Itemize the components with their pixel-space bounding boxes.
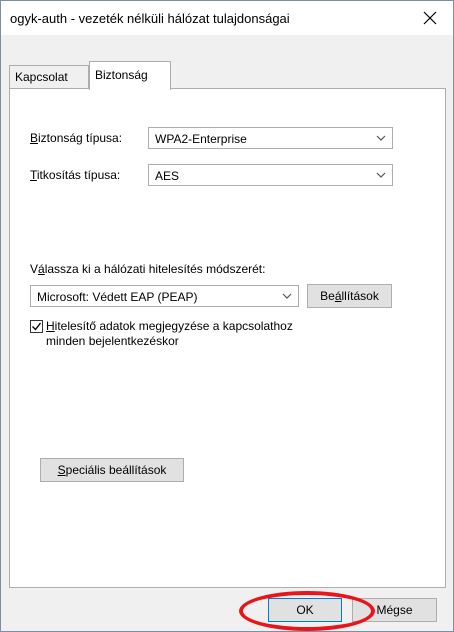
cancel-button[interactable]: Mégse — [352, 598, 437, 622]
advanced-settings-button[interactable]: Speciális beállítások — [40, 458, 184, 482]
remember-credentials-label-line1: Hitelesítő adatok megjegyzése a kapcsola… — [46, 319, 293, 333]
settings-button[interactable]: Beállítások — [307, 284, 392, 308]
tab-kapcsolat[interactable]: Kapcsolat — [9, 65, 89, 89]
checkmark-icon — [32, 322, 42, 331]
encryption-type-value: AES — [155, 169, 180, 183]
ok-button[interactable]: OK — [268, 598, 342, 622]
encryption-type-dropdown[interactable]: AES — [148, 164, 393, 186]
close-button[interactable] — [407, 1, 453, 35]
chevron-down-icon — [376, 172, 386, 178]
chevron-down-icon — [376, 135, 386, 141]
remember-credentials-checkbox[interactable] — [30, 320, 43, 333]
auth-method-value: Microsoft: Védett EAP (PEAP) — [37, 290, 198, 304]
window-title: ogyk-auth - vezeték nélküli hálózat tula… — [10, 11, 290, 26]
security-type-value: WPA2-Enterprise — [155, 132, 247, 146]
wireless-properties-dialog: ogyk-auth - vezeték nélküli hálózat tula… — [0, 0, 454, 632]
encryption-type-label: Titkosítás típusa: — [30, 168, 121, 182]
tab-biztonsag[interactable]: Biztonság — [89, 61, 171, 90]
auth-method-label: Válassza ki a hálózati hitelesítés módsz… — [30, 262, 266, 276]
title-bar: ogyk-auth - vezeték nélküli hálózat tula… — [1, 1, 453, 35]
security-type-label: Biztonság típusa: — [30, 131, 123, 145]
security-type-dropdown[interactable]: WPA2-Enterprise — [148, 127, 393, 149]
close-icon — [423, 11, 437, 25]
remember-credentials-label-line2: minden bejelentkezéskor — [46, 334, 179, 348]
security-tab-panel: Biztonság típusa: WPA2-Enterprise Titkos… — [9, 88, 446, 588]
auth-method-dropdown[interactable]: Microsoft: Védett EAP (PEAP) — [30, 285, 299, 307]
chevron-down-icon — [282, 293, 292, 299]
